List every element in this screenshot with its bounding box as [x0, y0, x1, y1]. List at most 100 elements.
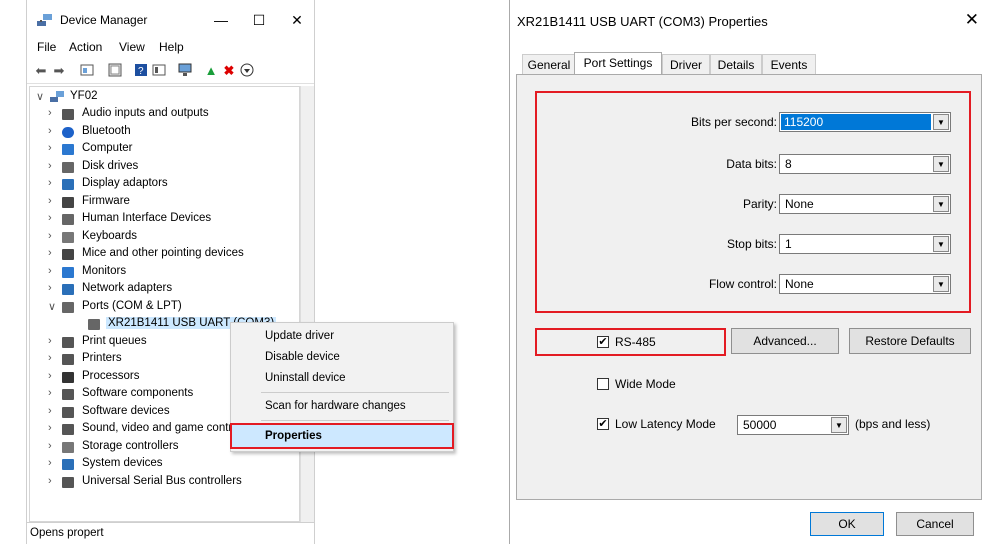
dropdown-arrow-icon[interactable]: ▼: [933, 196, 949, 212]
download-icon[interactable]: [239, 63, 255, 79]
network-icon: [62, 284, 74, 295]
low-latency-checkbox[interactable]: ✔: [597, 418, 609, 430]
collapse-icon[interactable]: ∨: [48, 300, 58, 313]
expand-icon[interactable]: ›: [48, 142, 58, 154]
rs485-label: RS-485: [615, 335, 656, 349]
expand-icon[interactable]: ›: [48, 405, 58, 417]
expand-icon[interactable]: ›: [48, 370, 58, 382]
tree-item-label: Software components: [82, 387, 194, 399]
expand-icon[interactable]: ›: [48, 212, 58, 224]
expand-icon[interactable]: ›: [48, 107, 58, 119]
menu-separator: [261, 420, 449, 421]
advanced-button[interactable]: Advanced...: [731, 328, 839, 354]
device-tree: ∨ YF02 › Audio inputs and outputs › Bluetoo…: [29, 86, 300, 522]
back-icon[interactable]: ⬅: [33, 63, 49, 79]
expand-icon[interactable]: ›: [48, 265, 58, 277]
low-latency-select[interactable]: 50000 ▼: [737, 415, 849, 435]
expand-icon[interactable]: ›: [48, 195, 58, 207]
expand-icon[interactable]: ›: [48, 282, 58, 294]
dropdown-arrow-icon[interactable]: ▼: [831, 417, 847, 433]
firmware-icon: [62, 196, 74, 208]
menu-action[interactable]: Action: [69, 40, 102, 54]
dialog-close-icon[interactable]: ✕: [965, 10, 979, 30]
help-icon[interactable]: ?: [133, 63, 149, 79]
tree-scrollbar[interactable]: [300, 86, 314, 522]
maximize-button[interactable]: ☐: [245, 8, 273, 32]
menu-item-uninstall-device[interactable]: Uninstall device: [232, 368, 452, 388]
tab-general[interactable]: General: [522, 54, 576, 74]
expand-icon[interactable]: ›: [48, 335, 58, 347]
rs485-checkbox[interactable]: ✔: [597, 336, 609, 348]
tree-item-label: Audio inputs and outputs: [82, 107, 209, 119]
bits-per-second-label: Bits per second:: [690, 115, 777, 129]
data-bits-value: 8: [785, 157, 792, 171]
expand-icon[interactable]: ›: [48, 352, 58, 364]
menu-item-label: Scan for hardware changes: [265, 400, 406, 412]
properties-toolbar-icon[interactable]: [79, 63, 95, 79]
tree-item-label: Ports (COM & LPT): [82, 299, 182, 312]
uninstall-icon[interactable]: ✖: [221, 63, 237, 79]
collapse-icon[interactable]: ∨: [36, 90, 46, 103]
bluetooth-icon: [62, 126, 74, 138]
cancel-button[interactable]: Cancel: [896, 512, 974, 536]
scan-icon[interactable]: [107, 63, 123, 79]
monitor-icon: [62, 266, 74, 278]
window-title: Device Manager: [60, 13, 148, 27]
expand-icon[interactable]: ›: [48, 247, 58, 259]
menu-file[interactable]: File: [37, 40, 56, 54]
tab-details[interactable]: Details: [710, 54, 762, 74]
menu-item-label: Disable device: [265, 351, 340, 363]
printer-icon: [62, 336, 74, 348]
menu-item-disable-device[interactable]: Disable device: [232, 347, 452, 367]
mouse-icon: [62, 249, 74, 260]
flow-control-select[interactable]: None ▼: [779, 274, 951, 294]
view-icon[interactable]: [151, 63, 167, 79]
expand-icon[interactable]: ›: [48, 457, 58, 469]
minimize-button[interactable]: —: [207, 8, 235, 32]
menu-item-properties[interactable]: Properties: [230, 423, 454, 449]
tree-item-label: Keyboards: [82, 229, 137, 242]
dropdown-arrow-icon[interactable]: ▼: [933, 276, 949, 292]
expand-icon[interactable]: ›: [48, 422, 58, 434]
tree-item-label: System devices: [82, 457, 163, 469]
expand-icon[interactable]: ›: [48, 125, 58, 137]
tree-item-label: Printers: [82, 352, 122, 364]
tab-driver[interactable]: Driver: [662, 54, 710, 74]
data-bits-select[interactable]: 8 ▼: [779, 154, 951, 174]
speaker-icon: [62, 424, 74, 435]
tree-item-label: Human Interface Devices: [82, 212, 212, 224]
ok-button[interactable]: OK: [810, 512, 884, 536]
stop-bits-label: Stop bits:: [726, 237, 777, 251]
tab-port-settings[interactable]: Port Settings: [574, 52, 662, 74]
expand-icon[interactable]: ›: [48, 387, 58, 399]
monitor-toolbar-icon[interactable]: [177, 63, 193, 79]
expand-icon[interactable]: ›: [48, 440, 58, 452]
wide-mode-checkbox[interactable]: [597, 378, 609, 390]
parity-select[interactable]: None ▼: [779, 194, 951, 214]
expand-icon[interactable]: ›: [48, 160, 58, 172]
menu-help[interactable]: Help: [159, 40, 184, 54]
tree-item-label: Display adaptors: [82, 177, 168, 189]
stop-bits-select[interactable]: 1 ▼: [779, 234, 951, 254]
menu-view[interactable]: View: [119, 40, 145, 54]
dropdown-arrow-icon[interactable]: ▼: [933, 114, 949, 130]
tab-events[interactable]: Events: [762, 54, 816, 74]
bits-per-second-value: 115200: [781, 114, 931, 130]
dropdown-arrow-icon[interactable]: ▼: [933, 156, 949, 172]
close-button[interactable]: ✕: [283, 8, 311, 32]
bits-per-second-select[interactable]: 115200 ▼: [779, 112, 951, 132]
menu-item-scan-hardware[interactable]: Scan for hardware changes: [232, 396, 452, 416]
expand-icon[interactable]: ›: [48, 475, 58, 487]
tree-root-label: YF02: [70, 90, 98, 102]
menu-item-update-driver[interactable]: Update driver: [232, 326, 452, 346]
expand-icon[interactable]: ›: [48, 177, 58, 189]
tree-item-label: Network adapters: [82, 282, 173, 294]
add-driver-icon[interactable]: ▲: [203, 63, 219, 79]
printer-icon: [62, 354, 74, 365]
restore-defaults-button[interactable]: Restore Defaults: [849, 328, 971, 354]
dropdown-arrow-icon[interactable]: ▼: [933, 236, 949, 252]
forward-icon[interactable]: ➡: [51, 63, 67, 79]
expand-icon[interactable]: ›: [48, 230, 58, 242]
status-text: Opens propert: [30, 527, 104, 539]
low-latency-label: Low Latency Mode: [615, 417, 716, 431]
